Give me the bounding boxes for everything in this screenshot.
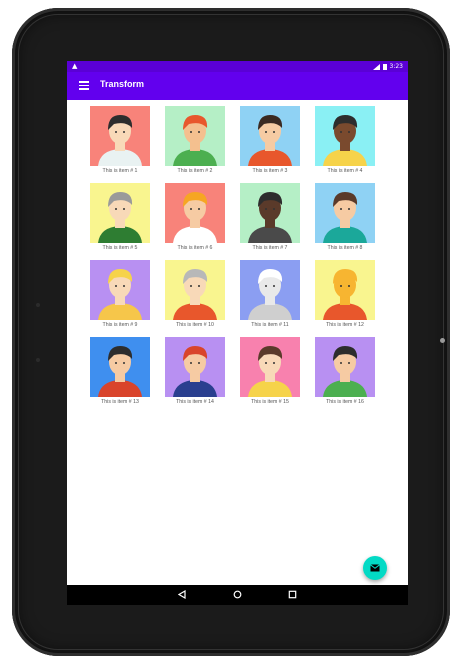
item-caption: This is item # 9 — [102, 322, 138, 328]
avatar-image — [90, 337, 150, 397]
avatar-image — [315, 337, 375, 397]
grid-item[interactable]: This is item # 1 — [90, 106, 150, 183]
email-fab-button[interactable] — [363, 556, 387, 580]
item-caption: This is item # 5 — [102, 245, 138, 251]
grid-item[interactable]: This is item # 11 — [240, 260, 300, 337]
item-caption: This is item # 13 — [101, 399, 139, 405]
sensor-dot — [36, 358, 40, 362]
avatar-image — [315, 106, 375, 166]
camera-dot — [440, 338, 445, 343]
avatar-image — [165, 106, 225, 166]
screen: ▲ 3:23 Transform This is item # 1 This i… — [67, 61, 408, 605]
grid-item[interactable]: This is item # 3 — [240, 106, 300, 183]
grid-item[interactable]: This is item # 13 — [90, 337, 150, 414]
avatar-image — [315, 260, 375, 320]
grid-item[interactable]: This is item # 5 — [90, 183, 150, 260]
grid-item[interactable]: This is item # 15 — [240, 337, 300, 414]
grid-item[interactable]: This is item # 4 — [315, 106, 375, 183]
avatar-image — [240, 106, 300, 166]
hamburger-menu-icon[interactable] — [79, 81, 89, 90]
item-caption: This is item # 7 — [252, 245, 288, 251]
item-caption: This is item # 6 — [177, 245, 213, 251]
battery-icon — [382, 63, 387, 70]
item-caption: This is item # 16 — [326, 399, 364, 405]
item-caption: This is item # 14 — [176, 399, 214, 405]
grid-item[interactable]: This is item # 10 — [165, 260, 225, 337]
item-caption: This is item # 3 — [252, 168, 288, 174]
avatar-image — [240, 183, 300, 243]
item-caption: This is item # 10 — [176, 322, 214, 328]
grid-item[interactable]: This is item # 6 — [165, 183, 225, 260]
item-caption: This is item # 8 — [327, 245, 363, 251]
avatar-image — [90, 106, 150, 166]
item-caption: This is item # 1 — [102, 168, 138, 174]
warning-icon: ▲ — [72, 62, 78, 70]
page-title: Transform — [100, 79, 145, 89]
avatar-image — [240, 260, 300, 320]
item-caption: This is item # 2 — [177, 168, 213, 174]
back-icon[interactable] — [178, 590, 186, 599]
grid-item[interactable]: This is item # 7 — [240, 183, 300, 260]
grid-item[interactable]: This is item # 14 — [165, 337, 225, 414]
grid-item[interactable]: This is item # 2 — [165, 106, 225, 183]
grid-item[interactable]: This is item # 9 — [90, 260, 150, 337]
avatar-image — [165, 337, 225, 397]
avatar-image — [240, 337, 300, 397]
avatar-image — [165, 260, 225, 320]
item-caption: This is item # 15 — [251, 399, 289, 405]
image-grid: This is item # 1 This is item # 2 This i… — [90, 106, 380, 414]
grid-item[interactable]: This is item # 8 — [315, 183, 375, 260]
grid-item[interactable]: This is item # 16 — [315, 337, 375, 414]
avatar-image — [165, 183, 225, 243]
avatar-image — [90, 260, 150, 320]
recents-icon[interactable] — [288, 590, 297, 599]
status-bar: ▲ 3:23 — [67, 61, 408, 72]
status-time: 3:23 — [389, 63, 403, 70]
home-icon[interactable] — [233, 590, 242, 599]
item-caption: This is item # 12 — [326, 322, 364, 328]
sensor-dot — [36, 303, 40, 307]
item-caption: This is item # 11 — [251, 322, 289, 328]
email-icon — [370, 564, 380, 572]
avatar-image — [90, 183, 150, 243]
app-bar: Transform — [67, 72, 408, 100]
item-caption: This is item # 4 — [327, 168, 363, 174]
signal-icon — [372, 63, 380, 70]
navigation-bar — [67, 585, 408, 605]
avatar-image — [315, 183, 375, 243]
grid-item[interactable]: This is item # 12 — [315, 260, 375, 337]
